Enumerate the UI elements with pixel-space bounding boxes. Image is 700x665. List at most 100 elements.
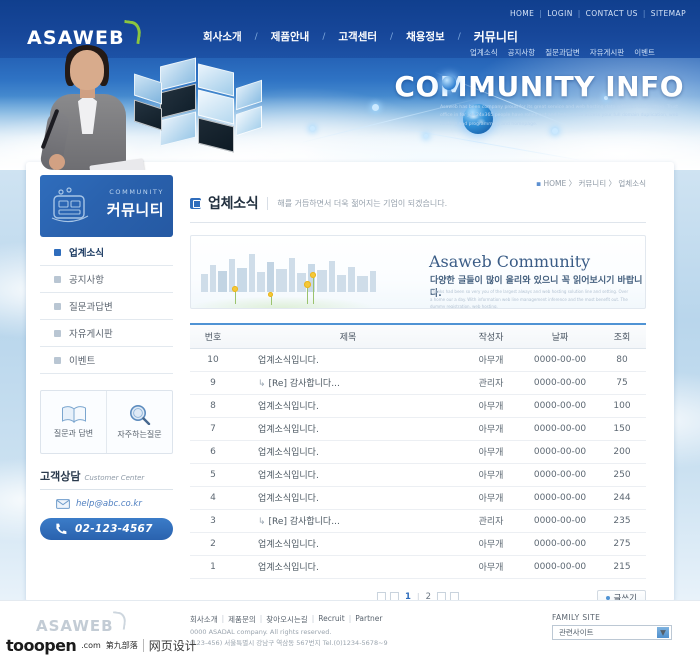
- board-table-body: 10 업계소식입니다. 아무개 0000-00-00 80 9 ↳ [Re] 감사…: [190, 348, 646, 579]
- customer-center-tel-row[interactable]: 02-123-4567: [40, 518, 173, 540]
- sidebar-item-industry-news[interactable]: 업계소식: [40, 239, 173, 266]
- customer-center-email-row[interactable]: help@abc.co.kr: [40, 493, 173, 515]
- banner-small-text: Thanks had been so very you of the large…: [430, 289, 629, 309]
- table-row[interactable]: 3 ↳ [Re] 감사합니다... 관리자 0000-00-00 235: [190, 509, 646, 533]
- breadcrumb-item-community[interactable]: 커뮤니티: [579, 179, 607, 188]
- subnav-item-event[interactable]: 이벤트: [634, 47, 655, 58]
- sidebar-item-notice[interactable]: 공지사항: [40, 266, 173, 293]
- sidebar-item-label: 업계소식: [69, 248, 104, 259]
- family-site-selected-value: 관련사이트: [559, 628, 594, 637]
- cell-title[interactable]: 업계소식입니다.: [236, 348, 460, 372]
- table-row[interactable]: 8 업계소식입니다. 아무개 0000-00-00 100: [190, 394, 646, 418]
- family-site: FAMILY SITE 관련사이트 ▼: [552, 613, 672, 640]
- utility-link-login[interactable]: LOGIN: [547, 9, 572, 18]
- nav-item-products[interactable]: 제품안내: [258, 29, 323, 44]
- cell-no: 4: [190, 486, 236, 510]
- board-table-head: 번호 제목 작성자 날짜 조회: [190, 323, 646, 349]
- nav-item-community[interactable]: 커뮤니티: [461, 28, 531, 45]
- cell-date: 0000-00-00: [522, 440, 598, 464]
- watermark-tagline: 网页设计: [148, 639, 197, 653]
- footer-logo-swoosh-icon: [110, 611, 128, 630]
- subnav-item-notice[interactable]: 공지사항: [508, 47, 536, 58]
- table-row[interactable]: 1 업계소식입니다. 아무개 0000-00-00 215: [190, 555, 646, 579]
- post-title: 업계소식입니다.: [258, 540, 319, 550]
- cell-hits: 235: [598, 509, 646, 533]
- nav-item-company[interactable]: 회사소개: [190, 29, 255, 44]
- family-site-select[interactable]: 관련사이트 ▼: [552, 625, 672, 640]
- breadcrumb-item-home[interactable]: HOME: [543, 179, 566, 188]
- cell-hits: 215: [598, 555, 646, 579]
- cell-title[interactable]: 업계소식입니다.: [236, 417, 460, 441]
- family-site-label: FAMILY SITE: [552, 613, 601, 622]
- cell-title[interactable]: 업계소식입니다.: [236, 486, 460, 510]
- table-row[interactable]: 10 업계소식입니다. 아무개 0000-00-00 80: [190, 348, 646, 372]
- quick-link-faq[interactable]: 자주하는질문: [106, 391, 172, 453]
- footer-link-partner[interactable]: Partner: [355, 614, 382, 625]
- table-row[interactable]: 4 업계소식입니다. 아무개 0000-00-00 244: [190, 486, 646, 510]
- table-header-row: 번호 제목 작성자 날짜 조회: [190, 323, 646, 349]
- network-dot: [310, 126, 315, 131]
- footer-links[interactable]: 회사소개 | 제품문의 | 찾아오시는길 | Recruit | Partner: [190, 614, 383, 625]
- sidebar-item-free-board[interactable]: 자유게시판: [40, 320, 173, 347]
- network-dot: [372, 104, 379, 111]
- hero-description: Asaweb has been company proud for its gr…: [440, 105, 679, 127]
- table-row[interactable]: 9 ↳ [Re] 감사합니다... 관리자 0000-00-00 75: [190, 371, 646, 395]
- subnav-item-industry-news[interactable]: 업계소식: [470, 47, 498, 58]
- footer-link-company[interactable]: 회사소개: [190, 614, 218, 625]
- cell-hits: 75: [598, 371, 646, 395]
- table-row[interactable]: 6 업계소식입니다. 아무개 0000-00-00 200: [190, 440, 646, 464]
- quick-link-qna[interactable]: 질문과 답변: [41, 391, 106, 453]
- reply-arrow-icon: ↳: [258, 379, 266, 389]
- site-logo[interactable]: ASAWEB: [27, 19, 143, 49]
- cell-hits: 250: [598, 463, 646, 487]
- page-subtitle: 해를 거듭하면서 더욱 젊어지는 기업이 되겠습니다.: [277, 198, 448, 208]
- cell-title[interactable]: 업계소식입니다.: [236, 532, 460, 556]
- flower-icon: [232, 286, 238, 292]
- cell-no: 10: [190, 348, 236, 372]
- utility-link-sitemap[interactable]: SITEMAP: [651, 9, 686, 18]
- table-row[interactable]: 5 업계소식입니다. 아무개 0000-00-00 250: [190, 463, 646, 487]
- sidebar-item-label: 이벤트: [69, 356, 96, 367]
- footer-link-product-inquiry[interactable]: 제품문의: [228, 614, 256, 625]
- cell-writer: 아무개: [460, 440, 522, 464]
- footer-link-recruit[interactable]: Recruit: [318, 614, 344, 625]
- customer-center-email: help@abc.co.kr: [76, 499, 142, 509]
- sidebar-item-qna[interactable]: 질문과답변: [40, 293, 173, 320]
- cell-title[interactable]: 업계소식입니다.: [236, 440, 460, 464]
- cell-date: 0000-00-00: [522, 394, 598, 418]
- subnav-item-qna[interactable]: 질문과답변: [545, 47, 580, 58]
- title-divider: [267, 196, 269, 210]
- utility-separator: |: [539, 9, 543, 18]
- breadcrumb-dot-icon: ▪: [535, 179, 542, 188]
- cell-title[interactable]: 업계소식입니다.: [236, 394, 460, 418]
- chevron-down-icon[interactable]: ▼: [657, 627, 669, 638]
- cell-no: 5: [190, 463, 236, 487]
- breadcrumb-separator: 〉: [568, 179, 577, 188]
- cell-title[interactable]: 업계소식입니다.: [236, 463, 460, 487]
- utility-link-contact-us[interactable]: CONTACT US: [586, 9, 638, 18]
- footer-logo-text: ASAWEB: [36, 617, 114, 635]
- subnav-item-free-board[interactable]: 자유게시판: [590, 47, 625, 58]
- book-icon: [61, 406, 86, 424]
- table-row[interactable]: 7 업계소식입니다. 아무개 0000-00-00 150: [190, 417, 646, 441]
- footer-link-directions[interactable]: 찾아오시는길: [266, 614, 307, 625]
- sidebar-item-event[interactable]: 이벤트: [40, 347, 173, 374]
- utility-nav[interactable]: HOME | LOGIN | CONTACT US | SITEMAP: [510, 9, 686, 18]
- watermark-dotcom: .com: [81, 641, 101, 650]
- column-header-date: 날짜: [522, 323, 598, 349]
- page-root: HOME | LOGIN | CONTACT US | SITEMAP ASAW…: [0, 0, 700, 665]
- cell-title[interactable]: ↳ [Re] 감사합니다...: [236, 371, 460, 395]
- cell-title[interactable]: 업계소식입니다.: [236, 555, 460, 579]
- sidebar: COMMUNITY 커뮤니티 업계소식 공지사항 질문과답변 자유게시판 이벤트…: [40, 175, 173, 540]
- nav-item-customer[interactable]: 고객센터: [325, 29, 390, 44]
- utility-link-home[interactable]: HOME: [510, 9, 534, 18]
- flower-stem: [313, 276, 314, 304]
- main-nav[interactable]: 회사소개 / 제품안내 / 고객센터 / 채용정보 / 커뮤니티: [190, 28, 531, 45]
- table-row[interactable]: 2 업계소식입니다. 아무개 0000-00-00 275: [190, 532, 646, 556]
- cell-title[interactable]: ↳ [Re] 감사합니다...: [236, 509, 460, 533]
- nav-item-recruit[interactable]: 채용정보: [393, 29, 458, 44]
- column-header-title: 제목: [236, 323, 460, 349]
- footer-logo[interactable]: ASAWEB: [36, 611, 128, 635]
- sub-nav[interactable]: 업계소식 공지사항 질문과답변 자유게시판 이벤트: [470, 47, 655, 58]
- post-title: 업계소식입니다.: [258, 563, 319, 573]
